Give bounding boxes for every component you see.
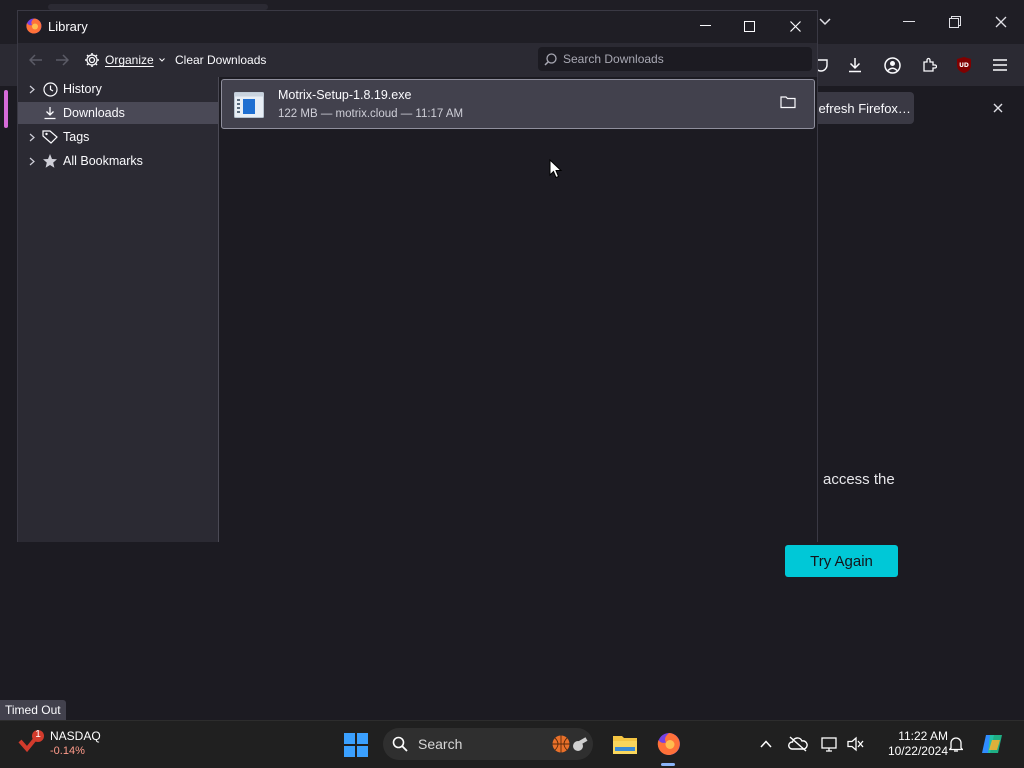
sidebar-item-all-bookmarks[interactable]: All Bookmarks bbox=[18, 150, 218, 172]
organize-menu-button[interactable]: Organize bbox=[84, 51, 165, 69]
onedrive-offline-icon[interactable] bbox=[787, 734, 809, 754]
gear-icon bbox=[85, 53, 99, 67]
clock-date: 10/22/2024 bbox=[887, 744, 948, 758]
folder-icon[interactable] bbox=[780, 95, 800, 113]
library-titlebar: Library bbox=[18, 11, 817, 43]
browser-restore-button[interactable] bbox=[940, 8, 970, 36]
sidebar-item-tags[interactable]: Tags bbox=[18, 126, 218, 148]
svg-text:UD: UD bbox=[959, 62, 969, 69]
tag-icon bbox=[42, 129, 58, 145]
active-app-indicator bbox=[661, 763, 675, 766]
browser-close-button[interactable] bbox=[986, 8, 1016, 36]
sidebar-item-downloads[interactable]: Downloads bbox=[18, 102, 218, 124]
chevron-down-icon bbox=[158, 58, 165, 62]
firefox-taskbar-icon[interactable] bbox=[654, 729, 684, 759]
download-item[interactable]: Motrix-Setup-1.8.19.exe 122 MB — motrix.… bbox=[221, 79, 815, 129]
account-icon[interactable] bbox=[879, 52, 905, 78]
whistle-icon bbox=[572, 736, 588, 752]
library-window: Library Organize Clear Downloads Search … bbox=[17, 10, 818, 542]
status-panel: Timed Out bbox=[0, 700, 66, 720]
sidebar-item-label: History bbox=[63, 82, 102, 96]
forward-arrow-icon[interactable] bbox=[52, 51, 72, 69]
star-icon bbox=[42, 153, 58, 169]
clear-downloads-button[interactable]: Clear Downloads bbox=[175, 51, 266, 69]
try-again-button[interactable]: Try Again bbox=[785, 545, 898, 577]
clock-time: 11:22 AM bbox=[898, 729, 948, 743]
search-icon bbox=[392, 736, 408, 752]
firefox-logo-icon bbox=[26, 18, 42, 34]
copilot-icon[interactable] bbox=[979, 731, 1005, 757]
search-icon bbox=[544, 52, 557, 66]
extensions-icon[interactable] bbox=[916, 52, 942, 78]
sidebar-item-history[interactable]: History bbox=[18, 78, 218, 100]
library-title: Library bbox=[48, 19, 88, 34]
hamburger-menu-icon[interactable] bbox=[987, 52, 1013, 78]
ublock-origin-icon[interactable]: UD bbox=[951, 52, 977, 78]
expand-twisty-icon[interactable] bbox=[26, 85, 38, 94]
library-sidebar: History Downloads Tags All Bookmarks bbox=[18, 77, 218, 542]
taskbar-search-label: Search bbox=[418, 736, 463, 752]
browser-minimize-button[interactable] bbox=[894, 8, 924, 36]
downloads-list bbox=[219, 77, 817, 542]
network-icon[interactable] bbox=[819, 734, 841, 754]
library-maximize-button[interactable] bbox=[727, 11, 771, 41]
sidebar-item-label: Tags bbox=[63, 130, 90, 144]
notification-close-icon[interactable] bbox=[988, 98, 1008, 118]
download-filename: Motrix-Setup-1.8.19.exe bbox=[278, 88, 412, 102]
refresh-firefox-button[interactable]: Refresh Firefox… bbox=[806, 92, 914, 124]
stock-badge: 1 bbox=[35, 728, 41, 740]
taskbar-clock[interactable]: 11:22 AM 10/22/2024 bbox=[872, 729, 948, 759]
download-icon bbox=[42, 105, 58, 121]
show-hidden-icons-chevron-icon[interactable] bbox=[756, 735, 776, 753]
back-arrow-icon[interactable] bbox=[26, 51, 46, 69]
stock-name[interactable]: NASDAQ bbox=[50, 729, 101, 743]
sidebar-item-label: All Bookmarks bbox=[63, 154, 143, 168]
basketball-icon bbox=[552, 735, 570, 753]
error-message-text: access the bbox=[823, 471, 895, 488]
volume-muted-icon[interactable] bbox=[845, 734, 867, 754]
download-meta: 122 MB — motrix.cloud — 11:17 AM bbox=[278, 108, 464, 120]
library-minimize-button[interactable] bbox=[683, 11, 727, 41]
windows-start-icon[interactable] bbox=[342, 731, 370, 759]
search-downloads-input[interactable] bbox=[563, 52, 803, 66]
library-close-button[interactable] bbox=[773, 11, 817, 41]
taskbar-search-box[interactable]: Search bbox=[383, 728, 593, 760]
downloads-icon[interactable] bbox=[842, 52, 868, 78]
search-downloads-box[interactable] bbox=[538, 47, 812, 71]
stock-change: -0.14% bbox=[50, 745, 85, 757]
file-explorer-icon[interactable] bbox=[611, 731, 639, 757]
organize-label: Organize bbox=[105, 53, 154, 67]
sidebar-accent-strip bbox=[4, 90, 8, 128]
clock-icon bbox=[42, 81, 58, 97]
notification-bell-icon[interactable] bbox=[946, 734, 966, 754]
expand-twisty-icon[interactable] bbox=[26, 133, 38, 142]
mouse-cursor-icon bbox=[549, 158, 563, 179]
expand-twisty-icon[interactable] bbox=[26, 157, 38, 166]
exe-file-icon bbox=[234, 92, 264, 118]
sidebar-item-label: Downloads bbox=[63, 106, 125, 120]
